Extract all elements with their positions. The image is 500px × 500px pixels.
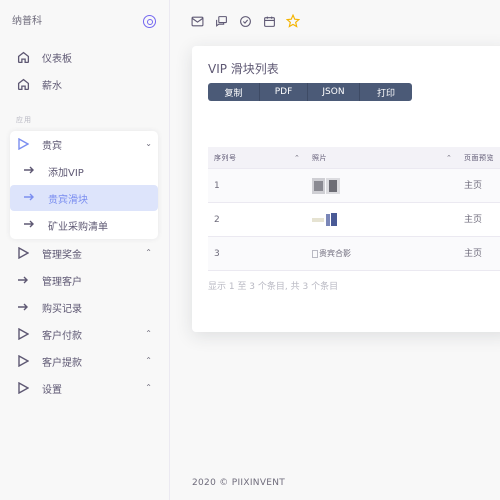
table-row: 1 主页: [208, 169, 500, 203]
sidebar-item-label: 客户付款: [42, 330, 82, 342]
sidebar-item-label: 管理奖金: [42, 249, 82, 261]
chat-icon[interactable]: [214, 14, 228, 28]
sidebar-item-manage-customers[interactable]: 管理客户: [10, 267, 160, 293]
sidebar-item-dashboard[interactable]: 仪表板: [10, 44, 160, 70]
arrow-right-icon: [24, 220, 34, 231]
home-icon: [16, 77, 30, 91]
table-row: 3 贵宾合影 主页: [208, 237, 500, 271]
cell-serial: 3: [214, 249, 220, 259]
play-icon: [16, 381, 30, 395]
sidebar-subitem-add-vip[interactable]: 添加VIP: [10, 158, 158, 184]
sort-icon[interactable]: ⌃: [446, 147, 452, 169]
arrow-right-icon: [24, 166, 34, 177]
sidebar-item-label: 贵宾: [42, 140, 62, 152]
sidebar-subitem-label: 添加VIP: [48, 167, 84, 179]
card-title: VIP 滑块列表: [208, 62, 279, 76]
cell-preview: 主页: [464, 249, 483, 259]
chevron-down-icon[interactable]: ⌄: [145, 139, 152, 148]
json-button[interactable]: JSON: [308, 83, 360, 101]
topbar: [190, 10, 310, 32]
sidebar-item-label: 购买记录: [42, 303, 82, 315]
play-icon: [16, 354, 30, 368]
pdf-button[interactable]: PDF: [260, 83, 308, 101]
photo-alt-text: 贵宾合影: [319, 249, 351, 258]
sidebar-item-label: 管理客户: [42, 276, 82, 288]
broken-image-icon: [312, 249, 318, 258]
mail-icon[interactable]: [190, 14, 204, 28]
broken-image-alt[interactable]: 贵宾合影: [312, 237, 351, 271]
sidebar-item-label: 仪表板: [42, 53, 72, 65]
sidebar-item-label: 客户提款: [42, 357, 82, 369]
photo-thumbnail[interactable]: [312, 178, 340, 194]
sidebar-item-label: 设置: [42, 384, 62, 396]
play-icon: [16, 246, 30, 260]
brand-name[interactable]: 纳普科: [12, 16, 42, 27]
check-circle-icon[interactable]: [238, 14, 252, 28]
column-header-serial[interactable]: 序列号: [214, 147, 237, 169]
calendar-icon[interactable]: [262, 14, 276, 28]
home-icon: [16, 50, 30, 64]
chevron-up-icon[interactable]: ⌃: [145, 383, 152, 392]
export-button-group: 复制 PDF JSON 打印: [208, 83, 412, 101]
vip-slider-card: VIP 滑块列表 复制 PDF JSON 打印 序列号 ⌃ 照片 ⌃ 页面预览 …: [192, 46, 500, 332]
sort-icon[interactable]: ⌃: [294, 147, 300, 169]
sidebar-item-guest[interactable]: 贵宾 ⌄: [10, 131, 160, 157]
chevron-up-icon[interactable]: ⌃: [145, 356, 152, 365]
sidebar-subitem-vip-slider[interactable]: 贵宾滑块: [10, 185, 158, 211]
sidebar-subitem-label: 矿业采购清单: [48, 221, 108, 233]
vip-slider-table: 序列号 ⌃ 照片 ⌃ 页面预览 1 主页 2 主页 3 贵宾合影 主页: [208, 147, 500, 271]
chevron-up-icon[interactable]: ⌃: [145, 329, 152, 338]
sidebar-item-manage-bonus[interactable]: 管理奖金 ⌃: [10, 240, 160, 266]
copy-button[interactable]: 复制: [208, 83, 260, 101]
arrow-right-icon: [16, 273, 30, 287]
table-header: 序列号 ⌃ 照片 ⌃ 页面预览: [208, 147, 500, 169]
sidebar-item-settings[interactable]: 设置 ⌃: [10, 375, 160, 401]
sidebar-item-purchase-history[interactable]: 购买记录: [10, 294, 160, 320]
column-header-photo[interactable]: 照片: [312, 147, 327, 169]
brand: 纳普科: [12, 14, 162, 30]
cell-serial: 1: [214, 181, 220, 191]
footer-copyright: 2020 © PIIXINVENT: [192, 478, 286, 488]
sidebar-item-salary[interactable]: 薪水: [10, 71, 160, 97]
play-icon: [16, 327, 30, 341]
section-label: 应用: [16, 116, 32, 124]
sidebar-subitem-label: 贵宾滑块: [48, 194, 88, 206]
photo-thumbnail[interactable]: [312, 212, 340, 228]
arrow-right-icon: [24, 193, 34, 204]
sidebar-item-label: 薪水: [42, 80, 62, 92]
print-button[interactable]: 打印: [360, 83, 412, 101]
sidebar-subitem-mining-list[interactable]: 矿业采购清单: [10, 212, 158, 238]
pagination-info: 显示 1 至 3 个条目, 共 3 个条目: [208, 282, 339, 292]
cell-serial: 2: [214, 215, 220, 225]
column-header-preview[interactable]: 页面预览: [464, 147, 494, 169]
sidebar: 纳普科 仪表板 薪水 应用 贵宾 ⌄ 添加VIP 贵宾滑块 矿业采购清单 管理奖…: [0, 0, 170, 500]
star-icon[interactable]: [286, 14, 300, 28]
cell-preview: 主页: [464, 181, 483, 191]
sidebar-item-customer-withdrawals[interactable]: 客户提款 ⌃: [10, 348, 160, 374]
arrow-right-icon: [16, 300, 30, 314]
cell-preview: 主页: [464, 215, 483, 225]
chevron-up-icon[interactable]: ⌃: [145, 248, 152, 257]
sidebar-item-customer-payments[interactable]: 客户付款 ⌃: [10, 321, 160, 347]
table-row: 2 主页: [208, 203, 500, 237]
play-icon: [16, 137, 30, 151]
sidebar-toggle-icon[interactable]: [143, 15, 156, 28]
